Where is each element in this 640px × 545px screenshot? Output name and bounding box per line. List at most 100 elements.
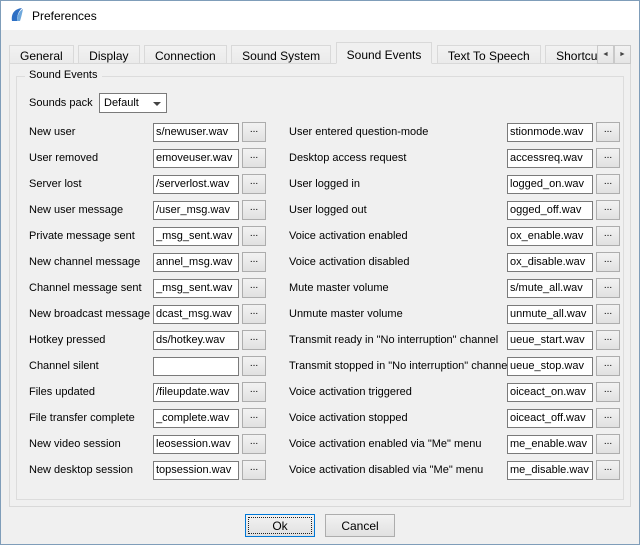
browse-button[interactable]: ... bbox=[596, 252, 620, 272]
browse-button[interactable]: ... bbox=[242, 356, 266, 376]
browse-button[interactable]: ... bbox=[242, 278, 266, 298]
browse-button[interactable]: ... bbox=[596, 226, 620, 246]
sound-file-input[interactable] bbox=[153, 409, 239, 428]
row-hotkey-pressed: Hotkey pressed ... bbox=[29, 327, 281, 353]
browse-button[interactable]: ... bbox=[596, 304, 620, 324]
browse-button[interactable]: ... bbox=[242, 304, 266, 324]
browse-button[interactable]: ... bbox=[242, 200, 266, 220]
sound-file-input[interactable] bbox=[153, 383, 239, 402]
sound-file-input[interactable] bbox=[153, 305, 239, 324]
sound-file-input[interactable] bbox=[507, 461, 593, 480]
sound-file-input[interactable] bbox=[507, 149, 593, 168]
row-voice-activation-enabled-me-menu: Voice activation enabled via "Me" menu .… bbox=[289, 431, 620, 457]
browse-button[interactable]: ... bbox=[242, 330, 266, 350]
sound-file-input[interactable] bbox=[153, 227, 239, 246]
sound-file-input[interactable] bbox=[507, 227, 593, 246]
event-label: Mute master volume bbox=[289, 282, 507, 294]
row-new-desktop-session: New desktop session ... bbox=[29, 457, 281, 483]
browse-button[interactable]: ... bbox=[242, 460, 266, 480]
event-label: User entered question-mode bbox=[289, 126, 507, 138]
sound-events-group: Sound Events Sounds pack Default New use… bbox=[16, 76, 624, 500]
ok-button[interactable]: Ok bbox=[245, 514, 315, 537]
row-unmute-master-volume: Unmute master volume ... bbox=[289, 301, 620, 327]
browse-button[interactable]: ... bbox=[596, 356, 620, 376]
row-voice-activation-stopped: Voice activation stopped ... bbox=[289, 405, 620, 431]
browse-button[interactable]: ... bbox=[596, 382, 620, 402]
browse-button[interactable]: ... bbox=[596, 174, 620, 194]
browse-button[interactable]: ... bbox=[242, 408, 266, 428]
sound-file-input[interactable] bbox=[507, 357, 593, 376]
sound-file-input[interactable] bbox=[507, 175, 593, 194]
row-channel-message-sent: Channel message sent ... bbox=[29, 275, 281, 301]
sound-file-input[interactable] bbox=[507, 201, 593, 220]
browse-button[interactable]: ... bbox=[242, 226, 266, 246]
row-new-broadcast-message: New broadcast message ... bbox=[29, 301, 281, 327]
event-label: Channel message sent bbox=[29, 282, 153, 294]
sound-file-input[interactable] bbox=[153, 357, 239, 376]
row-new-video-session: New video session ... bbox=[29, 431, 281, 457]
sound-file-input[interactable] bbox=[153, 279, 239, 298]
event-label: Server lost bbox=[29, 178, 153, 190]
event-label: Voice activation enabled via "Me" menu bbox=[289, 438, 507, 450]
sound-file-input[interactable] bbox=[153, 253, 239, 272]
preferences-window: Preferences General Display Connection S… bbox=[0, 0, 640, 545]
row-voice-activation-disabled-me-menu: Voice activation disabled via "Me" menu … bbox=[289, 457, 620, 483]
sound-file-input[interactable] bbox=[507, 305, 593, 324]
sound-file-input[interactable] bbox=[507, 279, 593, 298]
sound-file-input[interactable] bbox=[507, 331, 593, 350]
row-files-updated: Files updated ... bbox=[29, 379, 281, 405]
sound-file-input[interactable] bbox=[507, 409, 593, 428]
tab-scroll-right-button[interactable]: ► bbox=[614, 45, 631, 64]
tab-connection[interactable]: Connection bbox=[144, 45, 227, 64]
event-label: Voice activation disabled bbox=[289, 256, 507, 268]
cancel-button[interactable]: Cancel bbox=[325, 514, 395, 537]
sound-file-input[interactable] bbox=[153, 201, 239, 220]
row-user-logged-out: User logged out ... bbox=[289, 197, 620, 223]
browse-button[interactable]: ... bbox=[596, 460, 620, 480]
browse-button[interactable]: ... bbox=[242, 122, 266, 142]
sound-file-input[interactable] bbox=[507, 383, 593, 402]
sound-file-input[interactable] bbox=[507, 253, 593, 272]
sound-file-input[interactable] bbox=[153, 435, 239, 454]
tab-sound-system[interactable]: Sound System bbox=[231, 45, 331, 64]
row-file-transfer-complete: File transfer complete ... bbox=[29, 405, 281, 431]
tab-text-to-speech[interactable]: Text To Speech bbox=[437, 45, 541, 64]
sound-file-input[interactable] bbox=[153, 175, 239, 194]
event-label: Unmute master volume bbox=[289, 308, 507, 320]
browse-button[interactable]: ... bbox=[242, 382, 266, 402]
browse-button[interactable]: ... bbox=[242, 434, 266, 454]
sounds-pack-select[interactable]: Default bbox=[99, 93, 167, 113]
tab-scroll-left-button[interactable]: ◄ bbox=[597, 45, 614, 64]
browse-button[interactable]: ... bbox=[596, 278, 620, 298]
event-label: Hotkey pressed bbox=[29, 334, 153, 346]
titlebar[interactable]: Preferences bbox=[1, 1, 639, 30]
browse-button[interactable]: ... bbox=[242, 148, 266, 168]
browse-button[interactable]: ... bbox=[596, 408, 620, 428]
sound-file-input[interactable] bbox=[153, 149, 239, 168]
event-label: User logged in bbox=[289, 178, 507, 190]
browse-button[interactable]: ... bbox=[596, 122, 620, 142]
event-label: User logged out bbox=[289, 204, 507, 216]
sound-file-input[interactable] bbox=[153, 123, 239, 142]
sound-file-input[interactable] bbox=[507, 123, 593, 142]
row-voice-activation-enabled: Voice activation enabled ... bbox=[289, 223, 620, 249]
sound-file-input[interactable] bbox=[153, 461, 239, 480]
browse-button[interactable]: ... bbox=[596, 434, 620, 454]
browse-button[interactable]: ... bbox=[596, 148, 620, 168]
event-label: New broadcast message bbox=[29, 308, 153, 320]
sound-file-input[interactable] bbox=[507, 435, 593, 454]
event-label: Voice activation stopped bbox=[289, 412, 507, 424]
event-label: New channel message bbox=[29, 256, 153, 268]
row-transmit-ready: Transmit ready in "No interruption" chan… bbox=[289, 327, 620, 353]
browse-button[interactable]: ... bbox=[596, 330, 620, 350]
window-title: Preferences bbox=[32, 9, 97, 23]
browse-button[interactable]: ... bbox=[242, 174, 266, 194]
browse-button[interactable]: ... bbox=[596, 200, 620, 220]
event-label: File transfer complete bbox=[29, 412, 153, 424]
tab-general[interactable]: General bbox=[9, 45, 74, 64]
sound-file-input[interactable] bbox=[153, 331, 239, 350]
tab-sound-events[interactable]: Sound Events bbox=[336, 42, 433, 64]
row-user-entered-question-mode: User entered question-mode ... bbox=[289, 119, 620, 145]
browse-button[interactable]: ... bbox=[242, 252, 266, 272]
tab-display[interactable]: Display bbox=[78, 45, 139, 64]
